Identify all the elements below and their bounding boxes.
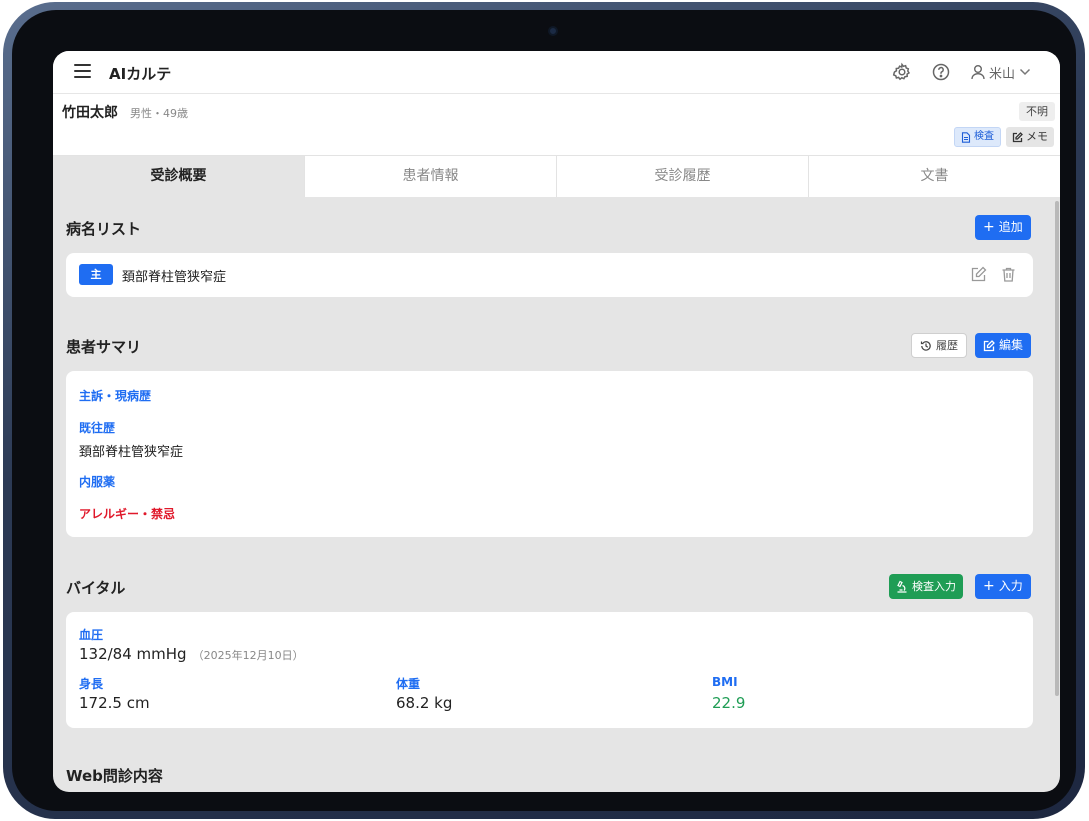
tab-visit-summary[interactable]: 受診概要 <box>53 156 304 197</box>
weight-value: 68.2 kg <box>396 694 453 712</box>
gear-icon[interactable] <box>892 62 912 82</box>
exam-input-button[interactable]: 検査入力 <box>889 574 963 599</box>
add-diagnosis-button[interactable]: + 追加 <box>975 215 1031 240</box>
app-title: AIカルテ <box>109 65 172 83</box>
diagnosis-list-title: 病名リスト <box>66 220 142 238</box>
trash-icon[interactable] <box>1000 266 1017 283</box>
allergy-label: アレルギー・禁忌 <box>79 507 176 521</box>
patient-summary-title: 患者サマリ <box>66 338 142 356</box>
exam-button[interactable]: 検査 <box>954 127 1001 147</box>
edit-icon[interactable] <box>970 266 987 283</box>
input-button-label: 入力 <box>998 579 1023 593</box>
vital-input-button[interactable]: + 入力 <box>975 574 1031 599</box>
primary-badge: 主 <box>79 264 113 285</box>
history-button-label: 履歴 <box>936 339 958 352</box>
patient-info: 男性・49歳 <box>130 107 188 120</box>
edit-icon <box>1012 131 1023 142</box>
scrollbar[interactable] <box>1055 201 1059 696</box>
plus-icon: + <box>983 578 995 594</box>
tablet-bezel: AIカルテ 米山 竹田太郎 男性・49歳 不明 検査 メモ 受診概要 患者情報 … <box>12 10 1076 811</box>
diagnosis-name: 頚部脊柱管狭窄症 <box>122 270 227 285</box>
tab-visit-history[interactable]: 受診履歴 <box>556 156 808 197</box>
blood-pressure-label: 血圧 <box>79 628 104 642</box>
status-badge[interactable]: 不明 <box>1019 102 1055 121</box>
exam-input-button-label: 検査入力 <box>912 580 956 593</box>
app-header: AIカルテ 米山 <box>53 51 1060 94</box>
add-button-label: 追加 <box>998 220 1023 234</box>
user-icon <box>971 65 985 80</box>
menu-icon[interactable] <box>74 64 91 80</box>
tab-bar: 受診概要 患者情報 受診履歴 文書 <box>53 155 1060 197</box>
bmi-label: BMI <box>712 675 738 689</box>
vitals-card: 血圧 132/84 mmHg （2025年12月10日） 身長 172.5 cm … <box>66 612 1033 728</box>
bmi-value: 22.9 <box>712 694 746 712</box>
help-icon[interactable] <box>931 62 951 82</box>
document-icon <box>961 131 971 143</box>
tablet-frame: AIカルテ 米山 竹田太郎 男性・49歳 不明 検査 メモ 受診概要 患者情報 … <box>3 2 1085 819</box>
past-history-label: 既往歴 <box>79 421 116 435</box>
patient-header: 竹田太郎 男性・49歳 不明 検査 メモ <box>53 94 1060 155</box>
tab-patient-info[interactable]: 患者情報 <box>304 156 556 197</box>
microscope-icon <box>897 580 907 593</box>
exam-button-label: 検査 <box>974 131 994 142</box>
edit-button-label: 編集 <box>999 338 1024 352</box>
chief-complaint-label: 主訴・現病歴 <box>79 389 152 403</box>
diagnosis-row: 主 頚部脊柱管狭窄症 <box>66 253 1033 297</box>
history-button[interactable]: 履歴 <box>911 333 967 358</box>
memo-button-label: メモ <box>1026 130 1048 143</box>
camera-icon <box>548 26 558 36</box>
blood-pressure-row: 132/84 mmHg （2025年12月10日） <box>79 645 304 663</box>
blood-pressure-date: （2025年12月10日） <box>192 649 304 662</box>
edit-summary-button[interactable]: 編集 <box>975 333 1032 358</box>
user-name: 米山 <box>989 66 1016 82</box>
weight-label: 体重 <box>396 677 421 691</box>
user-menu[interactable]: 米山 <box>971 62 1031 82</box>
vitals-title: バイタル <box>66 579 126 597</box>
app-screen: AIカルテ 米山 竹田太郎 男性・49歳 不明 検査 メモ 受診概要 患者情報 … <box>53 51 1060 792</box>
plus-icon: + <box>983 219 995 235</box>
memo-button[interactable]: メモ <box>1006 127 1054 147</box>
web-interview-title: Web問診内容 <box>66 767 163 785</box>
edit-icon <box>983 339 995 351</box>
patient-name: 竹田太郎 <box>62 105 118 121</box>
blood-pressure-value: 132/84 mmHg <box>79 645 187 663</box>
height-value: 172.5 cm <box>79 694 150 712</box>
history-icon <box>920 340 931 351</box>
past-history-value: 頚部脊柱管狭窄症 <box>79 445 184 460</box>
tab-documents[interactable]: 文書 <box>808 156 1060 197</box>
main-content: 病名リスト + 追加 主 頚部脊柱管狭窄症 患者サマリ 履歴 編集 主訴・現病歴… <box>53 197 1055 792</box>
chevron-down-icon <box>1019 68 1031 76</box>
patient-summary-card: 主訴・現病歴 既往歴 頚部脊柱管狭窄症 内服薬 アレルギー・禁忌 <box>66 371 1033 537</box>
height-label: 身長 <box>79 677 104 691</box>
medication-label: 内服薬 <box>79 475 116 489</box>
